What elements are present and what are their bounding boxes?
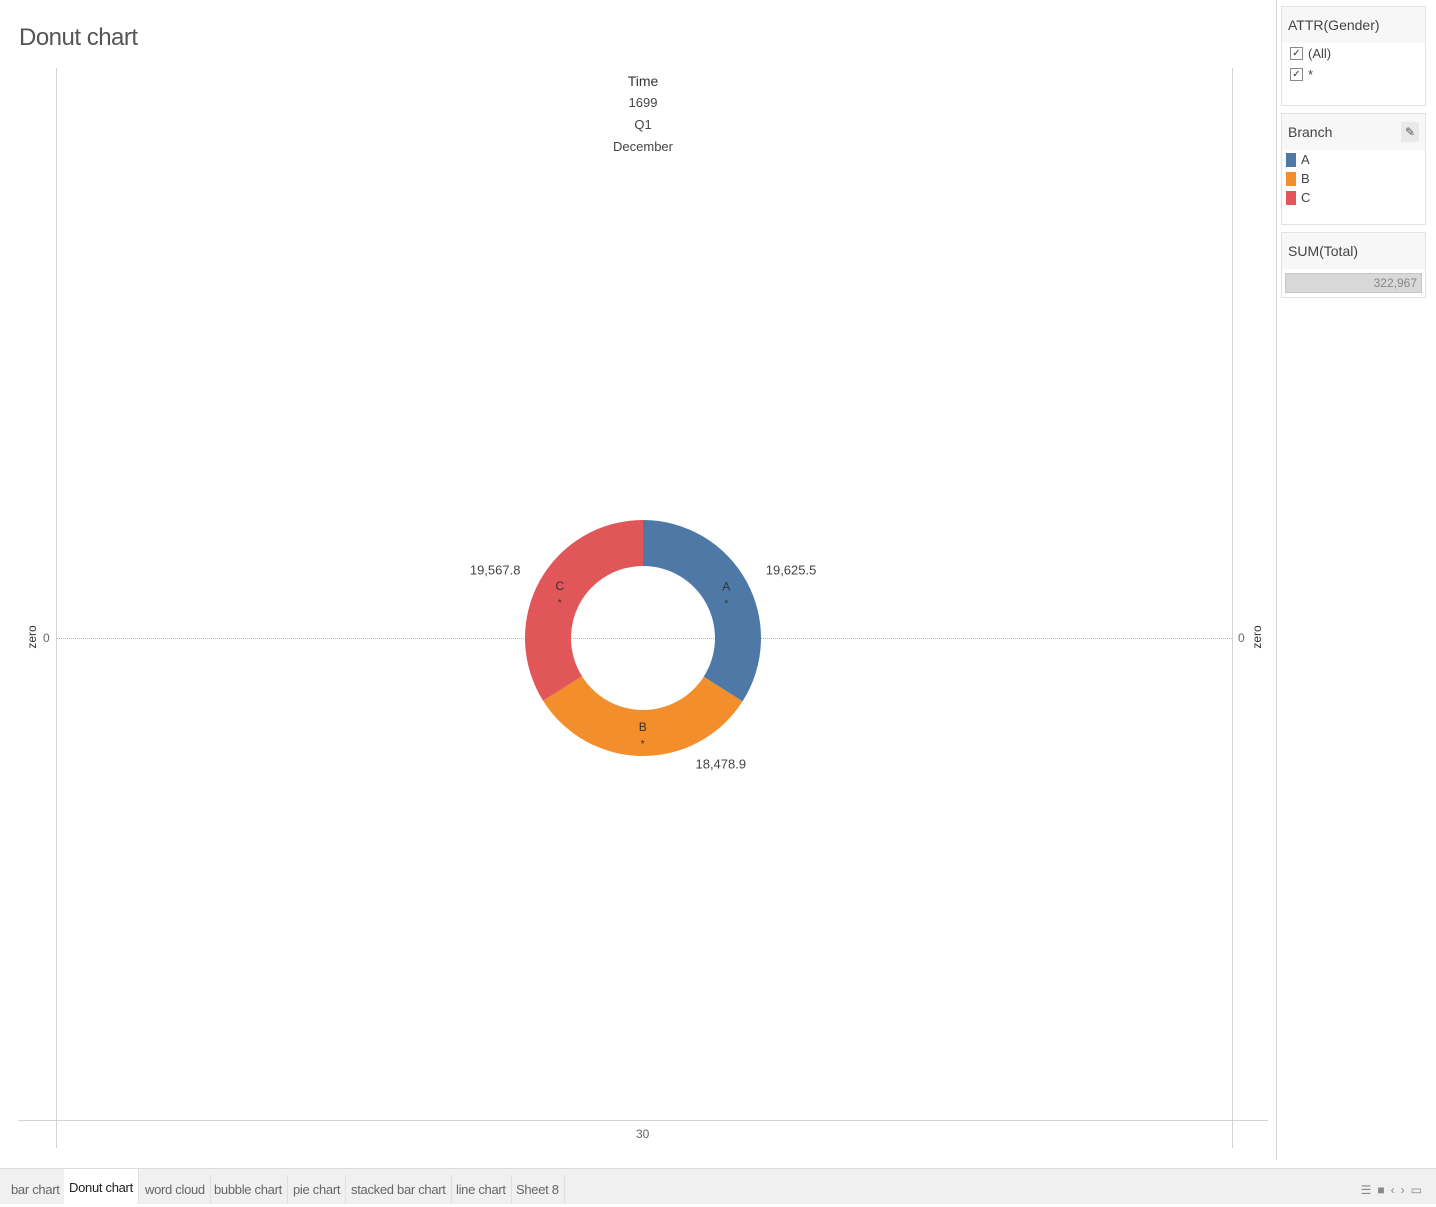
filter-option-star[interactable]: ✓ *: [1282, 64, 1425, 85]
tab-donut-chart[interactable]: Donut chart: [64, 1169, 139, 1204]
sum-total-card: SUM(Total) 322,967: [1281, 232, 1426, 298]
tab-bar-chart[interactable]: bar chart: [6, 1175, 66, 1204]
tab-line-chart[interactable]: line chart: [451, 1175, 512, 1204]
legend-item-b[interactable]: B: [1282, 169, 1425, 188]
tab-pie-chart[interactable]: pie chart: [288, 1175, 347, 1204]
slice-value-label: 18,478.9: [695, 756, 746, 771]
donut-slice-c[interactable]: [525, 520, 643, 701]
checkbox-icon[interactable]: ✓: [1290, 68, 1303, 81]
size-legend-title: SUM(Total): [1282, 233, 1425, 269]
next-arrow-icon[interactable]: ›: [1401, 1183, 1411, 1197]
sheet-tab-bar: bar chart Donut chart word cloud bubble …: [0, 1168, 1436, 1204]
branch-legend-card: Branch ✎ A B C: [1281, 113, 1426, 225]
legend-label: A: [1301, 152, 1310, 167]
legend-item-a[interactable]: A: [1282, 150, 1425, 169]
tab-bubble-chart[interactable]: bubble chart: [209, 1175, 288, 1204]
slice-category-label: A: [722, 579, 730, 593]
slice-gender-marker: *: [558, 598, 562, 609]
donut-chart[interactable]: A * 19,625.5 B * 18,478.9 C * 19,567.8: [0, 0, 1276, 1160]
legend-item-c[interactable]: C: [1282, 188, 1425, 207]
gender-filter-card: ATTR(Gender) ✓ (All) ✓ *: [1281, 6, 1426, 106]
legend-swatch: [1286, 190, 1296, 205]
filter-title: ATTR(Gender): [1282, 7, 1425, 43]
panel-divider: [1276, 0, 1277, 1160]
grid-view-icon[interactable]: ☰: [1361, 1183, 1378, 1197]
slice-category-label: B: [639, 720, 647, 734]
slice-gender-marker: *: [641, 739, 645, 750]
slice-value-label: 19,567.8: [470, 562, 521, 577]
presentation-icon[interactable]: ▭: [1411, 1183, 1428, 1197]
legend-swatch: [1286, 152, 1296, 167]
filmstrip-icon[interactable]: ■: [1377, 1183, 1390, 1197]
donut-slice-a[interactable]: [643, 520, 761, 702]
slice-gender-marker: *: [724, 598, 728, 609]
slice-category-label: C: [556, 579, 565, 593]
filter-option-label: *: [1308, 67, 1314, 82]
size-legend-bar[interactable]: 322,967: [1285, 273, 1422, 293]
tab-stacked-bar-chart[interactable]: stacked bar chart: [346, 1175, 452, 1204]
tab-word-cloud[interactable]: word cloud: [140, 1175, 211, 1204]
pencil-icon[interactable]: ✎: [1401, 122, 1419, 142]
legend-label: C: [1301, 190, 1311, 205]
legend-label: B: [1301, 171, 1310, 186]
slice-value-label: 19,625.5: [766, 563, 817, 578]
tab-sheet-8[interactable]: Sheet 8: [511, 1175, 565, 1204]
prev-arrow-icon[interactable]: ‹: [1391, 1183, 1401, 1197]
filter-option-label: (All): [1308, 46, 1332, 61]
legend-swatch: [1286, 171, 1296, 186]
filter-option-all[interactable]: ✓ (All): [1282, 43, 1425, 64]
checkbox-icon[interactable]: ✓: [1290, 47, 1303, 60]
sheet-navigation-icons[interactable]: ☰■‹›▭: [1361, 1183, 1428, 1197]
